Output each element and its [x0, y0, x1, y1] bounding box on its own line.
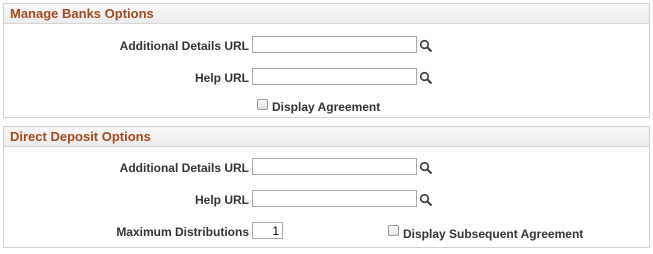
max-distributions-label: Maximum Distributions	[116, 225, 249, 239]
display-subsequent-agreement-checkbox[interactable]	[388, 225, 399, 236]
dd-help-url-label: Help URL	[195, 193, 249, 207]
direct-deposit-header: Direct Deposit Options	[4, 127, 649, 147]
dd-additional-details-input[interactable]	[252, 158, 417, 175]
manage-banks-title: Manage Banks Options	[10, 6, 154, 21]
mb-help-url-input[interactable]	[252, 68, 417, 85]
direct-deposit-group: Direct Deposit Options Additional Detail…	[3, 126, 650, 248]
search-icon[interactable]	[419, 193, 433, 207]
direct-deposit-title: Direct Deposit Options	[10, 129, 151, 144]
mb-additional-details-label: Additional Details URL	[119, 39, 249, 53]
search-icon[interactable]	[419, 39, 433, 53]
display-agreement-checkbox[interactable]	[257, 99, 268, 110]
manage-banks-group: Manage Banks Options Additional Details …	[3, 3, 650, 118]
search-icon[interactable]	[419, 71, 433, 85]
display-agreement-label: Display Agreement	[272, 100, 381, 114]
search-icon[interactable]	[419, 161, 433, 175]
manage-banks-header: Manage Banks Options	[4, 4, 649, 24]
mb-additional-details-input[interactable]	[252, 36, 417, 53]
display-subsequent-agreement-label: Display Subsequent Agreement	[403, 227, 584, 241]
dd-help-url-input[interactable]	[252, 190, 417, 207]
mb-help-url-label: Help URL	[195, 71, 249, 85]
max-distributions-input[interactable]	[252, 222, 283, 239]
dd-additional-details-label: Additional Details URL	[119, 161, 249, 175]
